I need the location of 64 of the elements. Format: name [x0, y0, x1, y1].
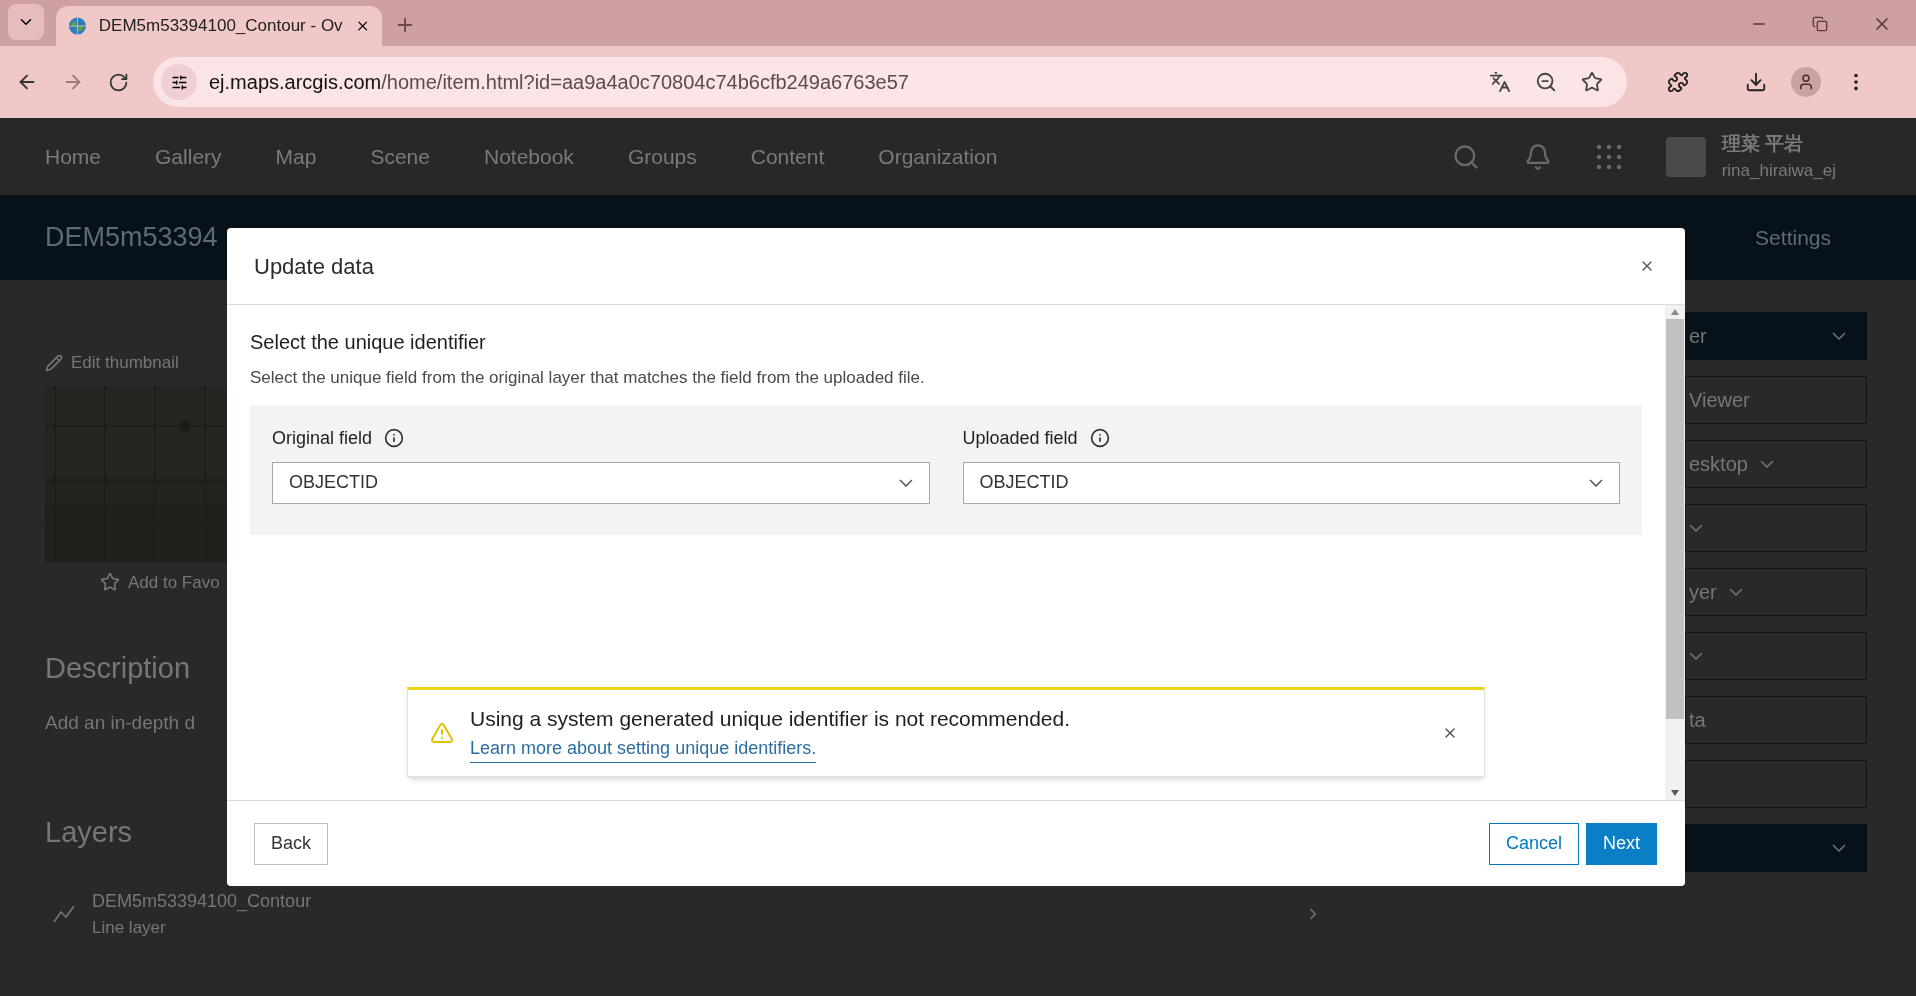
browser-tab[interactable]: DEM5m53394100_Contour - Ov	[56, 6, 382, 46]
layer-name[interactable]: DEM5m53394100_Contour	[92, 888, 312, 915]
back-button[interactable]: Back	[254, 822, 329, 865]
section-title: Select the unique identifier	[250, 330, 487, 355]
pencil-icon	[45, 353, 63, 372]
nav-link[interactable]: Gallery	[155, 140, 222, 173]
zoom-out-icon[interactable]	[1535, 71, 1557, 93]
user-name: 理菜 平岩	[1721, 131, 1804, 156]
chevron-down-icon	[1589, 478, 1603, 487]
description-text: Add an in-depth d	[45, 710, 196, 735]
reload-icon[interactable]	[108, 71, 129, 93]
profile-avatar-icon[interactable]	[1791, 67, 1821, 97]
star-icon	[100, 572, 120, 593]
section-heading: Layers	[45, 815, 134, 850]
select-field[interactable]: OBJECTID	[962, 461, 1620, 504]
field-label: Original field	[272, 426, 373, 450]
download-icon[interactable]	[1745, 71, 1767, 93]
bookmark-star-icon[interactable]	[1581, 71, 1603, 93]
settings-tab[interactable]: Settings	[1755, 221, 1831, 254]
info-icon[interactable]	[384, 428, 405, 448]
next-button[interactable]: Next	[1586, 822, 1657, 865]
learn-more-link[interactable]: Learn more about setting unique identifiers.	[470, 734, 817, 763]
address-bar[interactable]: ej.maps.arcgis.com/home/item.html?id=aa9a4a0c70804c74b6cfb249a6763e57	[153, 57, 1627, 107]
cancel-button[interactable]: Cancel	[1488, 822, 1579, 865]
nav-link[interactable]: Groups	[627, 140, 697, 173]
app-grid-icon[interactable]	[1595, 143, 1622, 170]
extensions-icon[interactable]	[1667, 71, 1689, 93]
nav-link[interactable]: Home	[45, 140, 102, 173]
field-label: Uploaded field	[962, 426, 1078, 450]
nav-link[interactable]: Organization	[878, 140, 998, 173]
section-description: Select the unique field from the original layer that matches the field from the uploaded file.	[250, 367, 926, 389]
action-button[interactable]: er	[1685, 312, 1867, 360]
dialog-title: Update data	[254, 252, 374, 281]
nav-link[interactable]: Scene	[370, 140, 430, 173]
section-heading: Description	[45, 651, 192, 686]
tab-title: DEM5m53394100_Contour - Ov	[98, 15, 343, 38]
restore-icon[interactable]	[1812, 16, 1828, 32]
layer-type: Line layer	[92, 917, 167, 939]
action-button[interactable]: Viewer	[1685, 376, 1867, 424]
notice-message: Using a system generated unique identifier is not recommended.	[470, 706, 1070, 733]
user-id: rina_hiraiwa_ej	[1721, 160, 1836, 182]
scroll-down-icon[interactable]	[1671, 790, 1679, 796]
scroll-up-icon[interactable]	[1671, 309, 1679, 315]
action-button[interactable]: esktop	[1685, 440, 1867, 488]
action-button[interactable]: yer	[1685, 568, 1867, 616]
translate-icon[interactable]	[1489, 71, 1511, 93]
select-field[interactable]: OBJECTID	[272, 461, 930, 504]
nav-link[interactable]: Content	[750, 140, 825, 173]
edit-thumbnail-link[interactable]: Edit thumbnail	[71, 350, 179, 376]
url-text: ej.maps.arcgis.com/home/item.html?id=aa9a4a0c70804c74b6cfb249a6763e57	[209, 70, 909, 95]
notification-bell-icon[interactable]	[1523, 142, 1552, 171]
search-icon[interactable]	[1451, 142, 1480, 171]
nav-link[interactable]: Notebook	[483, 140, 574, 173]
line-layer-icon	[52, 904, 76, 925]
favorite-link[interactable]: Add to Favo	[128, 569, 220, 595]
nav-link[interactable]: Map	[275, 140, 317, 173]
item-title: DEM5m53394	[45, 221, 218, 255]
warning-icon	[430, 721, 454, 745]
info-icon[interactable]	[1089, 428, 1110, 448]
globe-icon	[68, 15, 87, 37]
chevron-down-icon	[898, 478, 913, 487]
scrollbar[interactable]	[1665, 305, 1685, 800]
site-info-icon[interactable]	[161, 64, 197, 100]
action-button[interactable]: ta	[1685, 696, 1867, 744]
